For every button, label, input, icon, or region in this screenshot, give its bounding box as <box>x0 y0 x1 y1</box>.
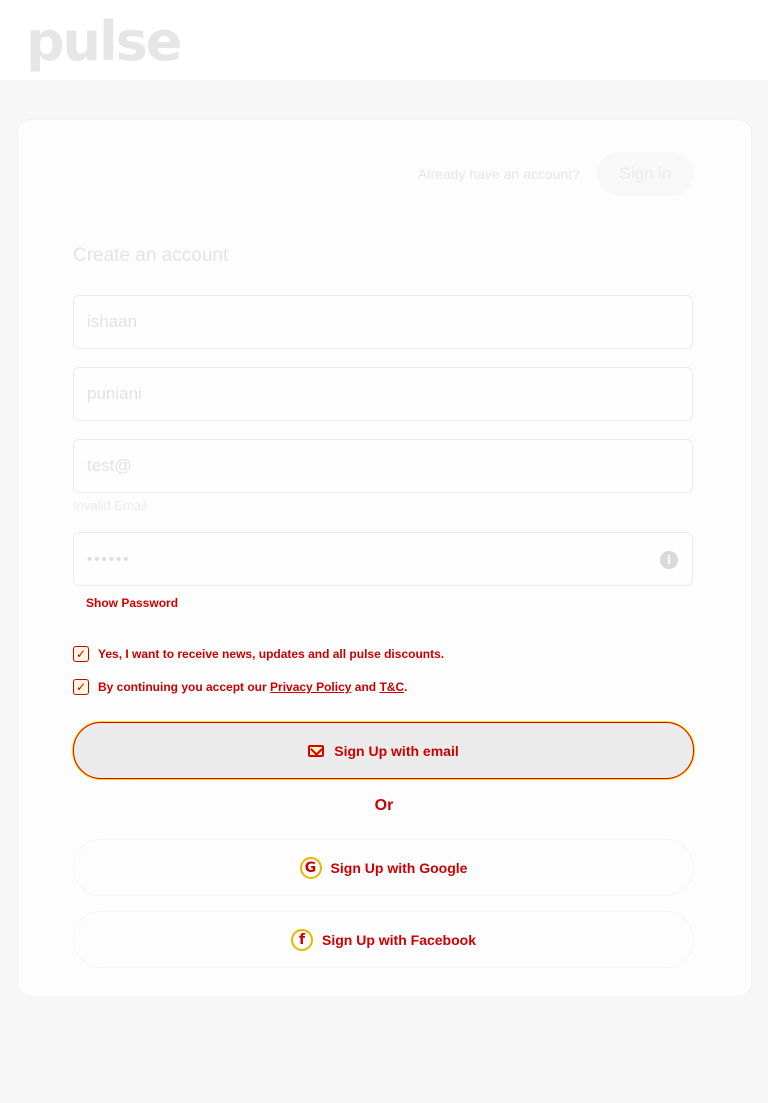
top-bar: pulse <box>0 0 768 80</box>
terms-consent-suffix: . <box>404 680 408 694</box>
signup-facebook-button[interactable]: f Sign Up with Facebook <box>73 911 694 968</box>
google-icon: G <box>299 856 322 879</box>
terms-consent-and: and <box>354 680 377 694</box>
signup-google-label: Sign Up with Google <box>330 859 468 876</box>
signup-facebook-label: Sign Up with Facebook <box>321 931 476 948</box>
terms-link[interactable]: T&C <box>379 680 404 694</box>
last-name-value: puniani <box>87 384 142 403</box>
first-name-value: ishaan <box>87 312 138 331</box>
email-field[interactable]: test@ <box>73 439 693 493</box>
signup-google-button[interactable]: G Sign Up with Google <box>73 839 694 896</box>
news-consent-label: Yes, I want to receive news, updates and… <box>98 647 445 661</box>
show-password-toggle[interactable]: Show Password <box>86 596 178 610</box>
already-have-account-text: Already have an account? <box>418 166 580 182</box>
news-consent-row: ✓ Yes, I want to receive news, updates a… <box>73 645 444 663</box>
privacy-policy-link[interactable]: Privacy Policy <box>270 680 351 694</box>
signup-email-label: Sign Up with email <box>334 742 459 759</box>
signup-email-button[interactable]: Sign Up with email <box>73 722 694 779</box>
last-name-field[interactable]: puniani <box>73 367 693 421</box>
pulse-logo[interactable]: pulse <box>26 6 182 78</box>
info-icon[interactable]: i <box>660 551 678 569</box>
page-title: Create an account <box>73 245 229 266</box>
email-value: test@ <box>87 456 132 475</box>
news-consent-checkbox[interactable]: ✓ <box>73 646 89 662</box>
facebook-icon: f <box>290 928 313 951</box>
terms-consent-prefix: By continuing you accept our <box>98 680 267 694</box>
password-value: •••••• <box>87 550 131 568</box>
first-name-field[interactable]: ishaan <box>73 295 693 349</box>
sign-in-button[interactable]: Sign in <box>597 152 694 196</box>
terms-consent-checkbox[interactable]: ✓ <box>73 679 89 695</box>
or-divider: Or <box>374 797 394 814</box>
email-error-text: Invalid Email <box>73 498 147 513</box>
envelope-icon <box>308 744 325 757</box>
password-field[interactable]: •••••• i <box>73 532 693 586</box>
terms-consent-row: ✓ By continuing you accept our Privacy P… <box>73 678 407 696</box>
